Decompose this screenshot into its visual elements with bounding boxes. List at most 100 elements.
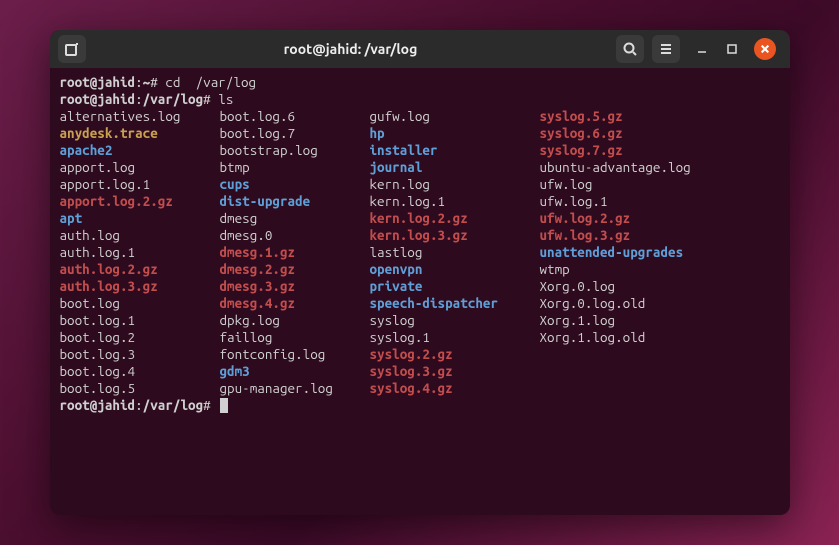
prompt-line-3: root@jahid:/var/log# <box>60 397 780 414</box>
file-entry: boot.log.6 <box>220 108 370 125</box>
window-title: root@jahid: /var/log <box>94 41 608 57</box>
file-entry: boot.log <box>60 295 220 312</box>
file-entry: ufw.log.3.gz <box>540 227 780 244</box>
file-entry: Xorg.0.log <box>540 278 780 295</box>
file-entry: dmesg.2.gz <box>220 261 370 278</box>
file-entry: kern.log.3.gz <box>370 227 540 244</box>
prompt-line-1: root@jahid:~# cd /var/log <box>60 74 780 91</box>
file-entry: gdm3 <box>220 363 370 380</box>
search-icon <box>622 41 638 57</box>
file-entry: ufw.log <box>540 176 780 193</box>
prompt-path: /var/log <box>143 91 203 107</box>
cursor <box>220 398 228 413</box>
titlebar[interactable]: root@jahid: /var/log <box>50 30 790 68</box>
file-entry: boot.log.7 <box>220 125 370 142</box>
file-entry: auth.log.1 <box>60 244 220 261</box>
prompt-path: /var/log <box>143 397 203 413</box>
ls-column-3: gufw.loghpinstallerjournalkern.logkern.l… <box>370 108 540 397</box>
ls-column-2: boot.log.6boot.log.7bootstrap.logbtmpcup… <box>220 108 370 397</box>
prompt-line-2: root@jahid:/var/log# ls <box>60 91 780 108</box>
file-entry: syslog.6.gz <box>540 125 780 142</box>
minimize-icon <box>696 43 708 55</box>
ls-column-1: alternatives.loganydesk.traceapache2appo… <box>60 108 220 397</box>
file-entry: installer <box>370 142 540 159</box>
file-entry: speech-dispatcher <box>370 295 540 312</box>
file-entry: boot.log.2 <box>60 329 220 346</box>
file-entry: dpkg.log <box>220 312 370 329</box>
file-entry: faillog <box>220 329 370 346</box>
file-entry: boot.log.3 <box>60 346 220 363</box>
prompt-symbol: # <box>203 91 211 107</box>
prompt-user: root@jahid <box>60 397 136 413</box>
maximize-button[interactable] <box>724 41 740 57</box>
command-text: cd /var/log <box>165 74 256 90</box>
file-entry: wtmp <box>540 261 780 278</box>
file-entry: alternatives.log <box>60 108 220 125</box>
file-entry: syslog <box>370 312 540 329</box>
hamburger-icon <box>658 41 674 57</box>
file-entry: journal <box>370 159 540 176</box>
file-entry: dmesg.3.gz <box>220 278 370 295</box>
file-entry: apport.log <box>60 159 220 176</box>
file-entry: auth.log.2.gz <box>60 261 220 278</box>
file-entry: kern.log.1 <box>370 193 540 210</box>
close-button[interactable] <box>754 38 776 60</box>
file-entry: syslog.1 <box>370 329 540 346</box>
search-button[interactable] <box>616 35 644 63</box>
terminal-body[interactable]: root@jahid:~# cd /var/log root@jahid:/va… <box>50 68 790 515</box>
file-entry: gufw.log <box>370 108 540 125</box>
file-entry: apt <box>60 210 220 227</box>
file-entry: fontconfig.log <box>220 346 370 363</box>
file-entry: Xorg.0.log.old <box>540 295 780 312</box>
minimize-button[interactable] <box>694 41 710 57</box>
maximize-icon <box>726 43 738 55</box>
prompt-symbol: # <box>150 74 158 90</box>
file-entry: hp <box>370 125 540 142</box>
prompt-symbol: # <box>203 397 211 413</box>
file-entry: gpu-manager.log <box>220 380 370 397</box>
file-entry: dist-upgrade <box>220 193 370 210</box>
file-entry: bootstrap.log <box>220 142 370 159</box>
file-entry: private <box>370 278 540 295</box>
file-entry: auth.log <box>60 227 220 244</box>
terminal-window: root@jahid: /var/log root@jahid:~# cd /v… <box>50 30 790 515</box>
file-entry: ubuntu-advantage.log <box>540 159 780 176</box>
file-entry: dmesg.1.gz <box>220 244 370 261</box>
file-entry: dmesg.4.gz <box>220 295 370 312</box>
file-entry: ufw.log.2.gz <box>540 210 780 227</box>
file-entry: kern.log.2.gz <box>370 210 540 227</box>
file-entry: ufw.log.1 <box>540 193 780 210</box>
file-entry: apport.log.2.gz <box>60 193 220 210</box>
file-entry: apache2 <box>60 142 220 159</box>
file-entry: btmp <box>220 159 370 176</box>
file-entry: kern.log <box>370 176 540 193</box>
file-entry: syslog.4.gz <box>370 380 540 397</box>
new-tab-button[interactable] <box>58 35 86 63</box>
file-entry: Xorg.1.log <box>540 312 780 329</box>
ls-output: alternatives.loganydesk.traceapache2appo… <box>60 108 780 397</box>
file-entry: dmesg.0 <box>220 227 370 244</box>
file-entry: syslog.3.gz <box>370 363 540 380</box>
file-entry: boot.log.5 <box>60 380 220 397</box>
file-entry: Xorg.1.log.old <box>540 329 780 346</box>
file-entry: boot.log.1 <box>60 312 220 329</box>
file-entry: openvpn <box>370 261 540 278</box>
file-entry: lastlog <box>370 244 540 261</box>
new-tab-icon <box>64 41 80 57</box>
close-icon <box>760 44 770 54</box>
file-entry: syslog.7.gz <box>540 142 780 159</box>
ls-column-4: syslog.5.gzsyslog.6.gzsyslog.7.gzubuntu-… <box>540 108 780 397</box>
file-entry: cups <box>220 176 370 193</box>
file-entry: anydesk.trace <box>60 125 220 142</box>
prompt-user: root@jahid <box>60 91 136 107</box>
window-controls <box>688 38 782 60</box>
menu-button[interactable] <box>652 35 680 63</box>
file-entry: auth.log.3.gz <box>60 278 220 295</box>
file-entry: unattended-upgrades <box>540 244 780 261</box>
file-entry: dmesg <box>220 210 370 227</box>
command-text: ls <box>218 91 233 107</box>
file-entry: boot.log.4 <box>60 363 220 380</box>
file-entry: syslog.2.gz <box>370 346 540 363</box>
prompt-user: root@jahid <box>60 74 136 90</box>
file-entry: syslog.5.gz <box>540 108 780 125</box>
